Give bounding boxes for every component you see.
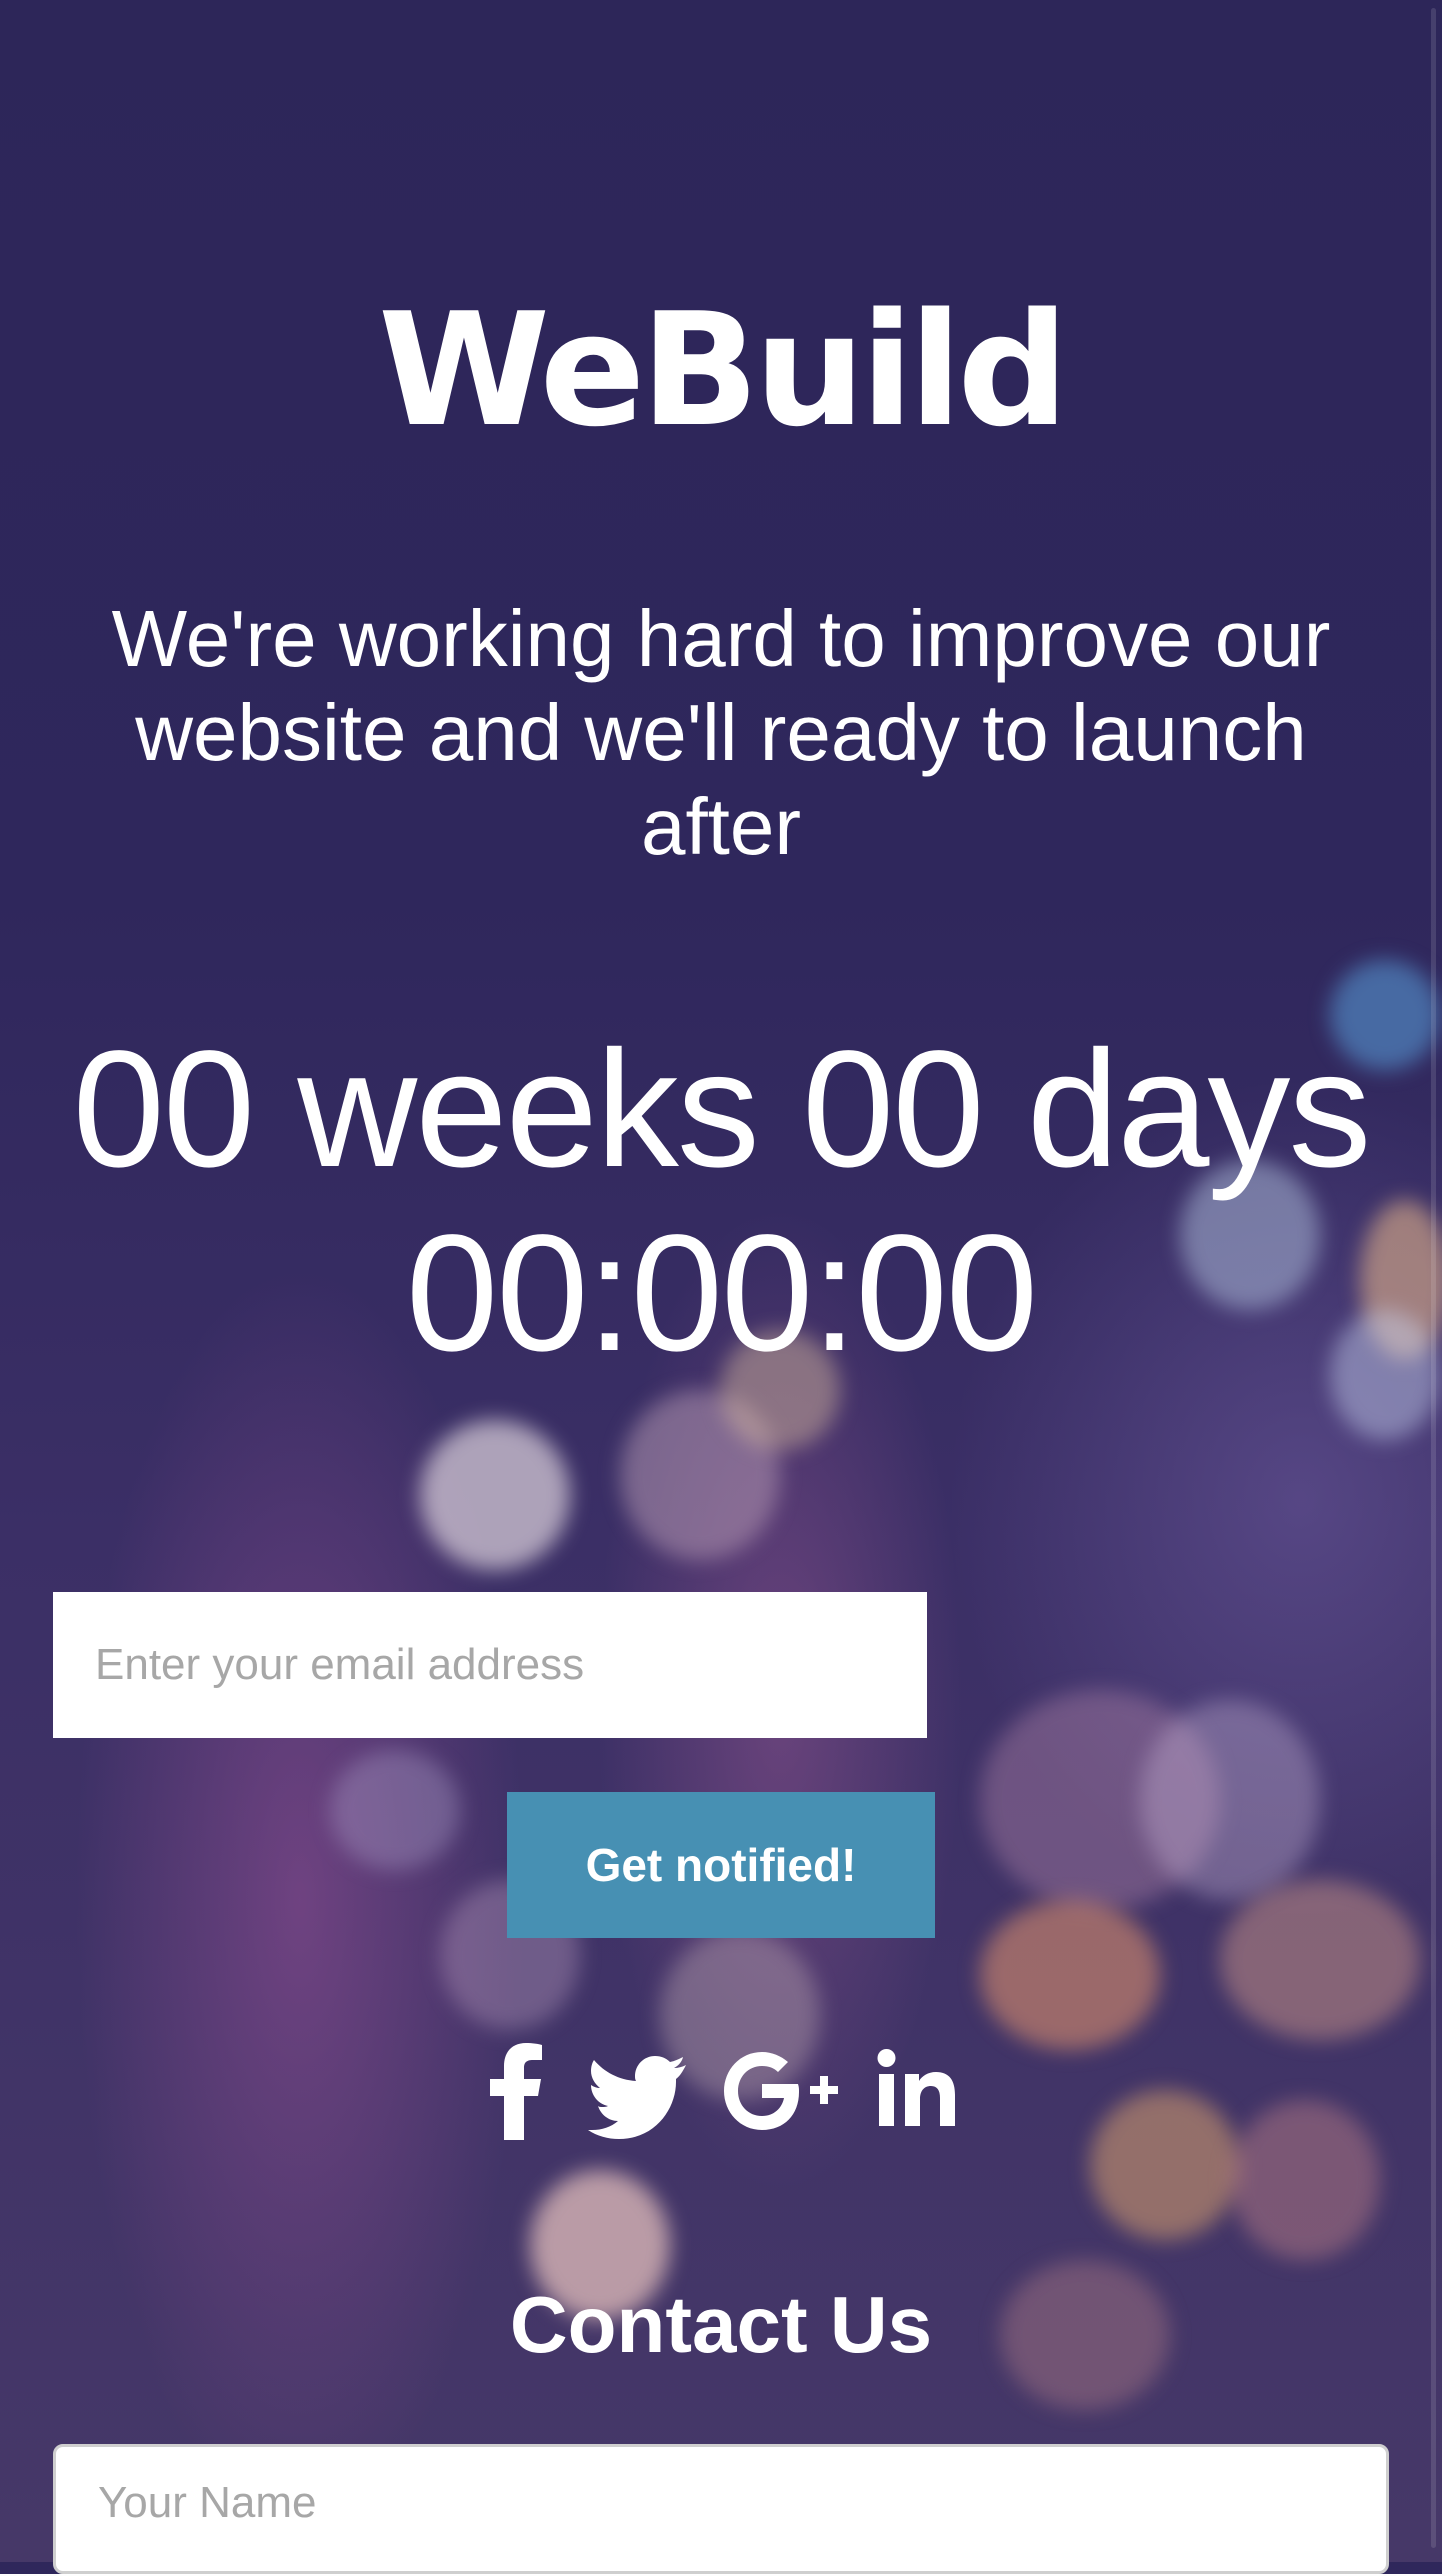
facebook-icon (489, 2043, 542, 2140)
hero-tagline: We're working hard to improve our websit… (111, 594, 1331, 871)
countdown-days-label: days (1026, 1017, 1372, 1202)
countdown-weeks-days-row: 00 weeks 00 days (0, 1018, 1442, 1202)
countdown-weeks-value: 00 (72, 1017, 256, 1202)
google-plus-link[interactable] (723, 2040, 839, 2140)
countdown-days-value: 00 (802, 1017, 985, 1202)
google-plus-icon (723, 2052, 838, 2130)
email-input[interactable] (53, 1592, 927, 1738)
social-links (0, 2040, 1442, 2140)
linkedin-link[interactable] (877, 2040, 957, 2140)
brand-logo: WeBuild (378, 279, 1069, 461)
twitter-icon (587, 2056, 686, 2139)
countdown-timer: 00 weeks 00 days 00:00:00 (0, 1018, 1442, 1386)
name-field[interactable] (53, 2444, 1389, 2574)
get-notified-button[interactable]: Get notified! (507, 1792, 935, 1938)
countdown-time: 00:00:00 (405, 1201, 1038, 1386)
linkedin-icon (877, 2049, 955, 2126)
countdown-weeks-label: weeks (297, 1017, 760, 1202)
contact-title: Contact Us (509, 2280, 933, 2369)
twitter-link[interactable] (587, 2040, 688, 2140)
facebook-link[interactable] (486, 2040, 546, 2140)
coming-soon-page: WeBuild We're working hard to improve ou… (0, 0, 1442, 2574)
